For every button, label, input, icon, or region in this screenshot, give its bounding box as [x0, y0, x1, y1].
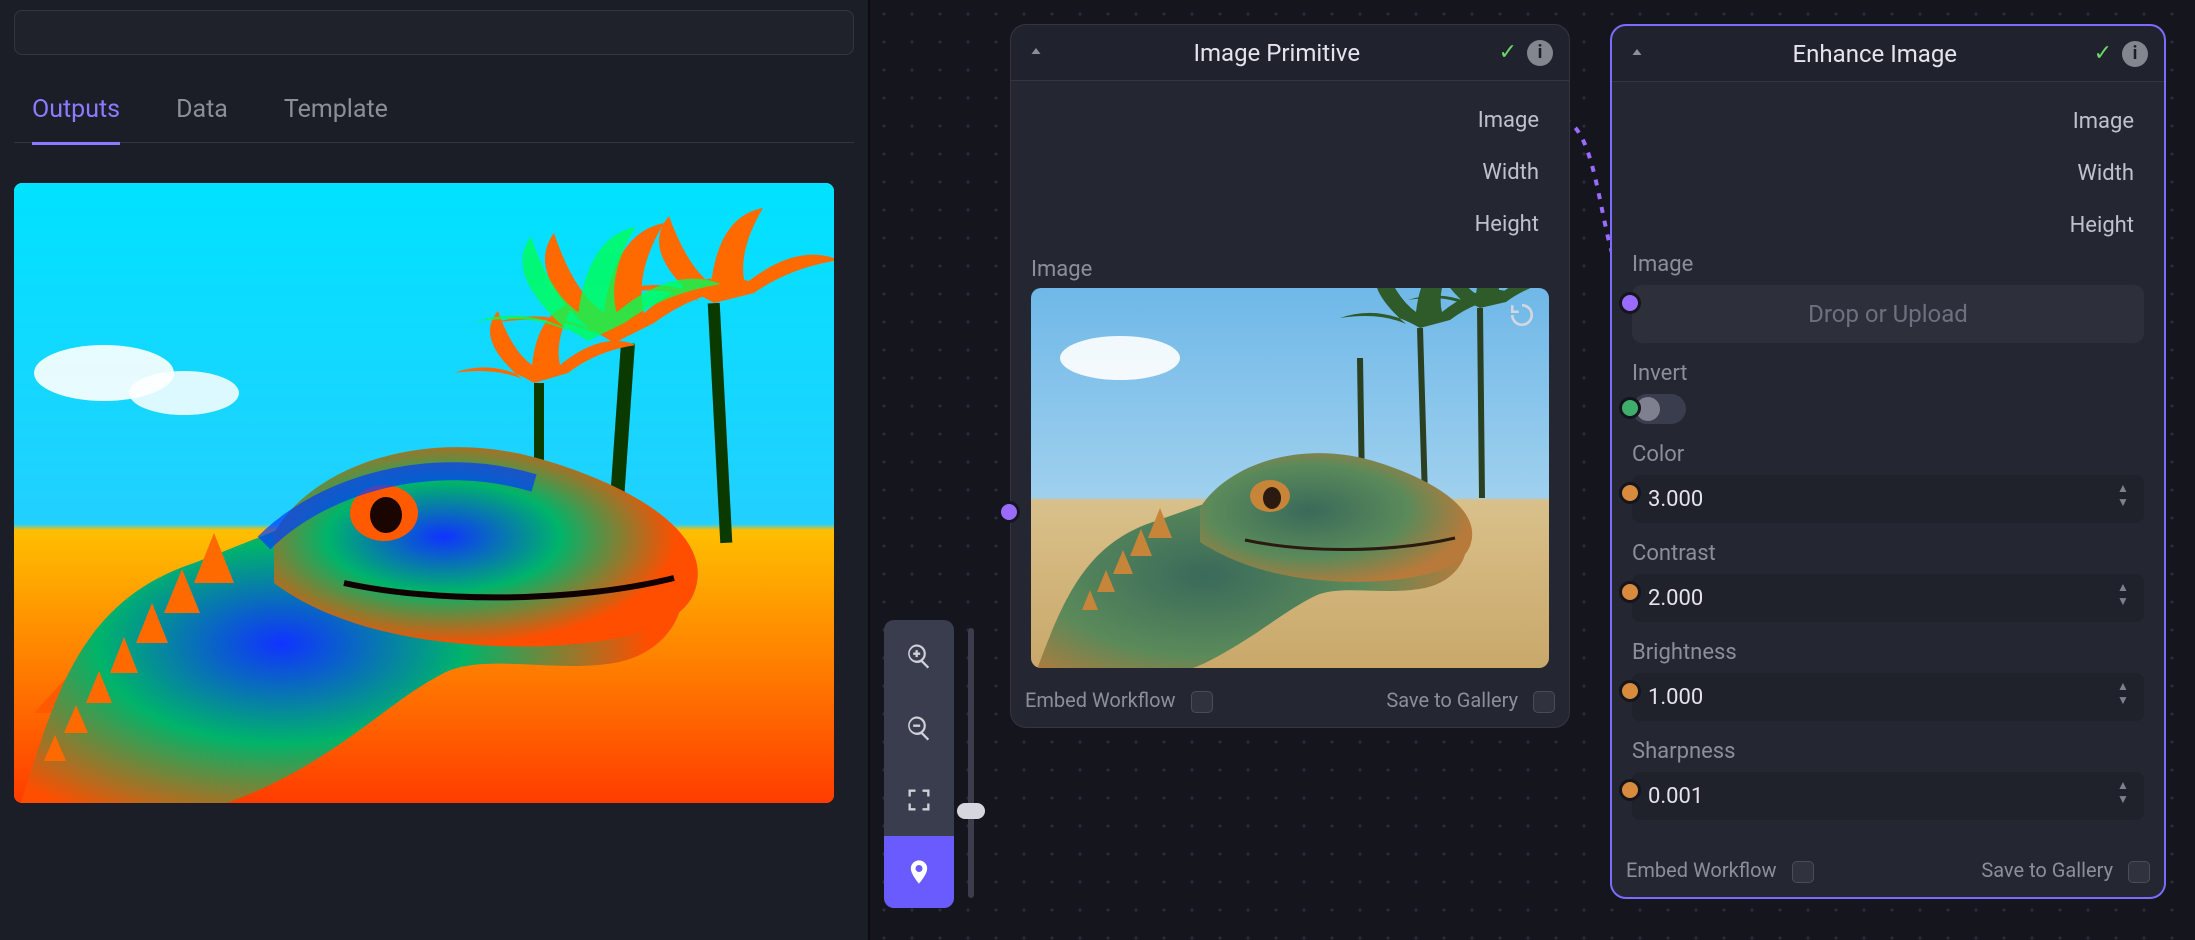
sharpness-input[interactable]: 0.001 ▲▼: [1632, 772, 2144, 820]
stepper-down-icon[interactable]: ▼: [2110, 693, 2136, 707]
color-input[interactable]: 3.000 ▲▼: [1632, 475, 2144, 523]
info-icon[interactable]: i: [1527, 40, 1553, 66]
stepper-up-icon[interactable]: ▲: [2110, 778, 2136, 792]
stepper-up-icon[interactable]: ▲: [2110, 679, 2136, 693]
image-dropzone[interactable]: Drop or Upload: [1632, 285, 2144, 343]
output-height-label: Height: [1031, 199, 1549, 251]
node-header: Image Primitive ✓ i: [1011, 25, 1569, 81]
tab-outputs[interactable]: Outputs: [32, 95, 120, 145]
collapse-icon[interactable]: [1628, 43, 1656, 65]
info-icon[interactable]: i: [2122, 41, 2148, 67]
input-port-brightness[interactable]: [1619, 680, 1641, 702]
input-port-invert[interactable]: [1619, 397, 1641, 419]
node-title: Image Primitive: [1055, 39, 1499, 67]
output-width-label: Width: [1031, 147, 1549, 199]
save-gallery-checkbox[interactable]: [1533, 691, 1555, 713]
status-check-icon: ✓: [1499, 40, 1517, 65]
node-footer: Embed Workflow Save to Gallery: [1612, 844, 2164, 897]
panel-tabs: Outputs Data Template: [14, 95, 854, 143]
stepper-down-icon[interactable]: ▼: [2110, 792, 2136, 806]
reset-image-icon[interactable]: [1505, 298, 1539, 332]
output-height-label: Height: [1632, 200, 2144, 252]
zoom-slider[interactable]: [968, 628, 974, 898]
save-gallery-label: Save to Gallery: [1386, 688, 1518, 712]
save-gallery-checkbox[interactable]: [2128, 861, 2150, 883]
node-image-thumbnail[interactable]: [1031, 288, 1549, 668]
node-enhance-image[interactable]: Enhance Image ✓ i Image Width Height Ima…: [1610, 24, 2166, 899]
zoom-out-button[interactable]: [884, 692, 954, 764]
tab-template[interactable]: Template: [284, 95, 388, 130]
color-field-label: Color: [1632, 442, 2144, 467]
status-check-icon: ✓: [2094, 41, 2112, 66]
output-image-label: Image: [1031, 95, 1549, 147]
node-canvas[interactable]: Image Primitive ✓ i Image Width Height I…: [870, 0, 2195, 940]
input-port-sharpness[interactable]: [1619, 779, 1641, 801]
stepper-up-icon[interactable]: ▲: [2110, 580, 2136, 594]
input-port-image[interactable]: [998, 501, 1020, 523]
canvas-toolbar: [884, 620, 954, 908]
input-port-contrast[interactable]: [1619, 581, 1641, 603]
embed-workflow-checkbox[interactable]: [1191, 691, 1213, 713]
save-gallery-label: Save to Gallery: [1981, 858, 2113, 882]
brightness-field-label: Brightness: [1632, 640, 2144, 665]
node-footer: Embed Workflow Save to Gallery: [1011, 674, 1569, 727]
embed-workflow-label: Embed Workflow: [1025, 688, 1176, 712]
zoom-slider-thumb[interactable]: [957, 803, 985, 819]
sharpness-field-label: Sharpness: [1632, 739, 2144, 764]
node-image-primitive[interactable]: Image Primitive ✓ i Image Width Height I…: [1010, 24, 1570, 728]
stepper-down-icon[interactable]: ▼: [2110, 594, 2136, 608]
input-port-image[interactable]: [1619, 292, 1641, 314]
node-header: Enhance Image ✓ i: [1612, 26, 2164, 82]
brightness-input[interactable]: 1.000 ▲▼: [1632, 673, 2144, 721]
color-value: 3.000: [1648, 487, 1703, 512]
output-image-label: Image: [1632, 96, 2144, 148]
side-panel: Outputs Data Template: [0, 0, 870, 940]
tab-data[interactable]: Data: [176, 95, 228, 130]
stepper-down-icon[interactable]: ▼: [2110, 495, 2136, 509]
embed-workflow-label: Embed Workflow: [1626, 858, 1777, 882]
brightness-value: 1.000: [1648, 685, 1703, 710]
search-input[interactable]: [14, 10, 854, 55]
image-field-label: Image: [1031, 257, 1549, 282]
contrast-input[interactable]: 2.000 ▲▼: [1632, 574, 2144, 622]
output-width-label: Width: [1632, 148, 2144, 200]
fit-screen-button[interactable]: [884, 764, 954, 836]
image-field-label: Image: [1632, 252, 2144, 277]
stepper-up-icon[interactable]: ▲: [2110, 481, 2136, 495]
location-pin-button[interactable]: [884, 836, 954, 908]
contrast-value: 2.000: [1648, 586, 1703, 611]
zoom-in-button[interactable]: [884, 620, 954, 692]
output-image-preview[interactable]: [14, 183, 834, 803]
invert-field-label: Invert: [1632, 361, 2144, 386]
collapse-icon[interactable]: [1027, 42, 1055, 64]
input-port-color[interactable]: [1619, 482, 1641, 504]
node-title: Enhance Image: [1656, 40, 2094, 68]
embed-workflow-checkbox[interactable]: [1792, 861, 1814, 883]
sharpness-value: 0.001: [1648, 784, 1703, 809]
contrast-field-label: Contrast: [1632, 541, 2144, 566]
